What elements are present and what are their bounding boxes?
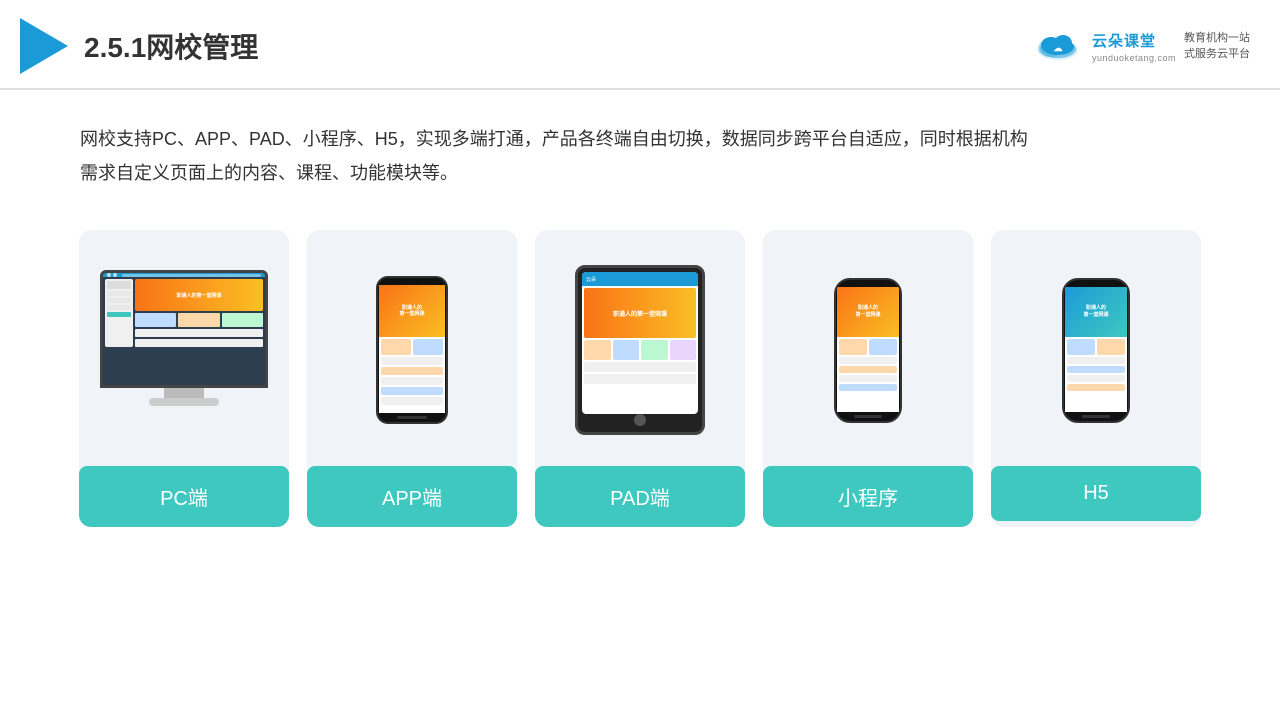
cards-container: 职通人的第一堂网课 [0,210,1280,527]
brand-logo: ☁ 云朵课堂 yunduoketang.com 教育机构一站 式服务云平台 [1032,28,1250,64]
page-title: 2.5.1网校管理 [84,26,258,66]
card-pc: 职通人的第一堂网课 [79,230,289,527]
phone-mini-icon: 职通人的第一堂网课 [834,278,902,423]
logo-triangle-icon [20,18,68,74]
card-h5: 职通人的第一堂网课 H5 [991,230,1201,527]
card-h5-image: 职通人的第一堂网课 [1001,250,1191,450]
card-h5-label: H5 [991,466,1201,521]
brand-name: 云朵课堂 [1092,30,1156,51]
brand-url: yunduoketang.com [1092,53,1176,63]
card-pad-label: PAD端 [535,466,745,527]
card-mini-image: 职通人的第一堂网课 [773,250,963,450]
card-mini: 职通人的第一堂网课 小程序 [763,230,973,527]
card-pad-image: 云朵 职通人的第一堂网课 [545,250,735,450]
svg-text:☁: ☁ [1053,43,1062,53]
tablet-pad-icon: 云朵 职通人的第一堂网课 [575,265,705,435]
card-mini-label: 小程序 [763,466,973,527]
card-pc-image: 职通人的第一堂网课 [89,250,279,450]
header-left: 2.5.1网校管理 [20,18,258,74]
header: 2.5.1网校管理 ☁ 云朵课堂 yunduoketang.com [0,0,1280,90]
header-right: ☁ 云朵课堂 yunduoketang.com 教育机构一站 式服务云平台 [1032,28,1250,64]
card-pad: 云朵 职通人的第一堂网课 [535,230,745,527]
card-app-image: 职通人的第一堂网课 [317,250,507,450]
cloud-icon: ☁ [1032,28,1084,64]
card-app: 职通人的第一堂网课 AP [307,230,517,527]
brand-text: 云朵课堂 yunduoketang.com [1092,30,1176,63]
pc-monitor-icon: 职通人的第一堂网课 [100,270,268,430]
card-app-label: APP端 [307,466,517,527]
phone-app-icon: 职通人的第一堂网课 [376,276,448,424]
phone-h5-icon: 职通人的第一堂网课 [1062,278,1130,423]
brand-slogan: 教育机构一站 式服务云平台 [1184,30,1250,63]
description-text: 网校支持PC、APP、PAD、小程序、H5，实现多端打通，产品各终端自由切换，数… [0,90,1280,210]
card-pc-label: PC端 [79,466,289,527]
